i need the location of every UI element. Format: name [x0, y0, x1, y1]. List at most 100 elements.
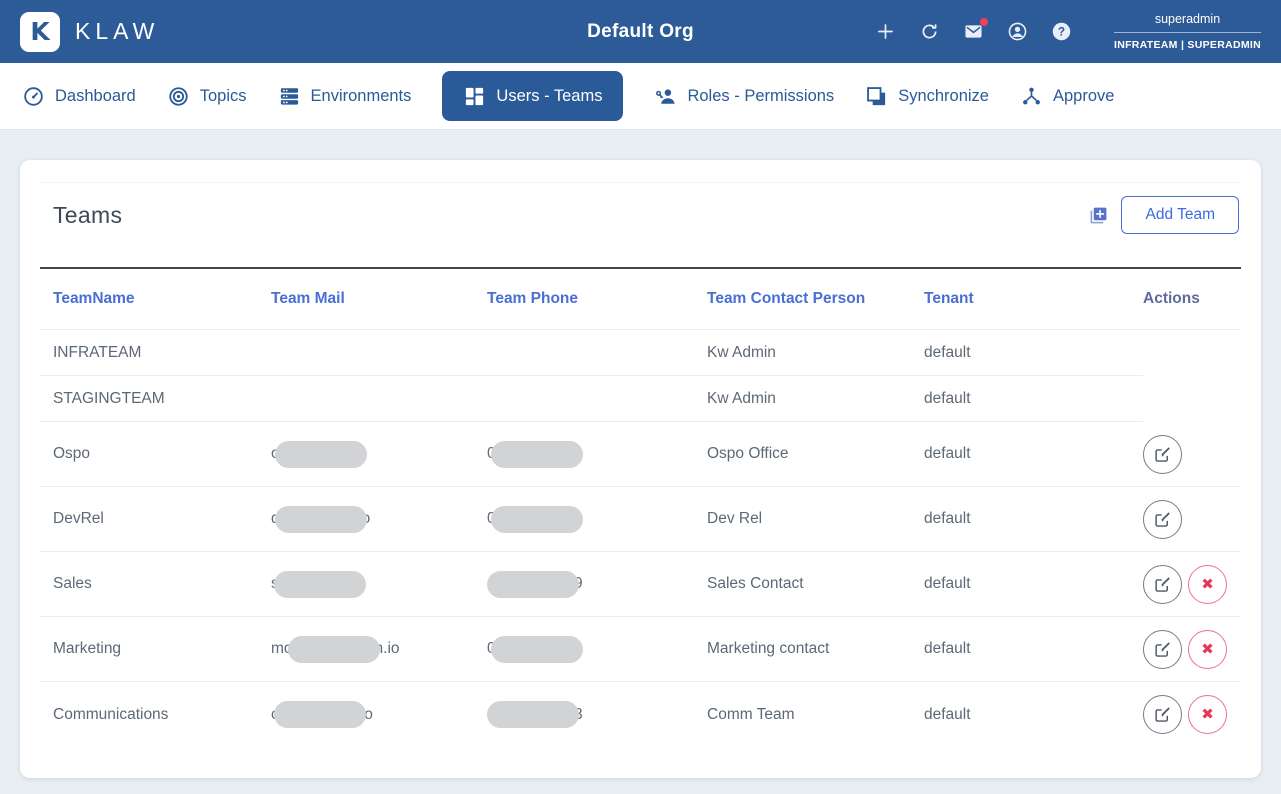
column-header-team-name[interactable]: TeamName — [40, 269, 271, 330]
team-mail-cell: s — [271, 552, 487, 617]
help-glyph: ? — [1058, 25, 1065, 39]
cell-text: default — [924, 343, 971, 361]
team-tenant-cell: default — [924, 617, 1143, 682]
redacted-value — [273, 570, 366, 598]
table-row: DevRel do0Dev Rel default — [40, 487, 1241, 552]
main-nav: Dashboard Topics Environments Users - Te… — [0, 63, 1281, 130]
nav-item-synchronize[interactable]: Synchronize — [865, 85, 989, 108]
nav-item-approve[interactable]: Approve — [1020, 85, 1114, 108]
mail-icon[interactable] — [963, 18, 988, 42]
team-name-cell: STAGINGTEAM — [40, 376, 271, 422]
column-header-actions: Actions — [1143, 269, 1241, 330]
bullseye-icon — [169, 86, 188, 106]
redacted-value — [487, 701, 579, 728]
column-header-team-contact-person[interactable]: Team Contact Person — [707, 269, 924, 330]
nav-label: Roles - Permissions — [687, 86, 835, 105]
account-circle-icon[interactable] — [1007, 21, 1028, 42]
edit-team-button[interactable] — [1143, 629, 1182, 669]
redacted-value — [490, 635, 583, 663]
help-icon[interactable]: ? — [1051, 21, 1072, 42]
nav-item-dashboard[interactable]: Dashboard — [22, 85, 136, 108]
table-row: Communications cio3Comm Team default ✖ — [40, 682, 1241, 747]
user-team-role: INFRATEAM | SUPERADMIN — [1113, 39, 1261, 51]
username: superadmin — [1154, 12, 1221, 26]
edit-team-button[interactable] — [1143, 564, 1182, 604]
table-header-row: TeamName Team Mail Team Phone Team Conta… — [40, 269, 1241, 330]
team-phone-cell: 0 — [487, 422, 707, 487]
dashboard-grid-icon — [466, 87, 484, 105]
klaw-logo[interactable]: K — [20, 11, 60, 52]
cell-text: Kw Admin — [707, 343, 776, 361]
nav-item-roles-permissions[interactable]: Roles - Permissions — [654, 85, 834, 108]
table-row: STAGINGTEAM Kw Admin default — [40, 376, 1241, 422]
nav-item-environments[interactable]: Environments — [278, 85, 412, 108]
page-title: Teams — [53, 201, 123, 228]
team-mail-cell — [271, 376, 487, 422]
cell-text: STAGINGTEAM — [53, 389, 165, 407]
nav-label: Approve — [1053, 86, 1115, 105]
cell-text: Marketing contact — [707, 640, 830, 657]
team-name-cell: INFRATEAM — [40, 330, 271, 376]
teams-table: TeamName Team Mail Team Phone Team Conta… — [40, 267, 1241, 747]
app-header: K KLAW Default Org ? superadmin INFRATEA… — [0, 0, 1281, 63]
cell-text: Dev Rel — [707, 510, 763, 527]
edit-icon — [1155, 512, 1170, 527]
team-name-cell: Ospo — [40, 422, 271, 487]
delete-team-button[interactable]: ✖ — [1188, 564, 1227, 604]
cell-text: Ospo Office — [707, 445, 789, 462]
refresh-icon[interactable] — [919, 21, 940, 42]
team-tenant-cell: default — [924, 552, 1143, 617]
nav-label: Topics — [199, 86, 247, 105]
plus-icon[interactable] — [875, 21, 896, 42]
header-icon-group: ? — [875, 18, 1072, 42]
column-header-tenant[interactable]: Tenant — [924, 269, 1143, 330]
team-contact-cell: Dev Rel — [707, 487, 924, 552]
cell-text: DevRel — [53, 510, 104, 527]
redacted-value — [273, 701, 366, 728]
team-actions-cell: ✖ — [1143, 682, 1241, 747]
team-tenant-cell: default — [924, 682, 1143, 747]
redacted-value — [274, 505, 367, 533]
klaw-logo-letter: K — [30, 17, 50, 46]
team-mail-cell: do — [271, 487, 487, 552]
server-stack-icon — [280, 87, 298, 105]
delete-team-button[interactable]: ✖ — [1188, 695, 1227, 734]
redacted-value — [287, 635, 380, 663]
team-mail-cell: mo n.io — [271, 617, 487, 682]
nav-item-users-teams[interactable]: Users - Teams — [442, 71, 624, 121]
column-header-team-phone[interactable]: Team Phone — [487, 269, 707, 330]
nav-label: Users - Teams — [496, 86, 603, 105]
redacted-value — [487, 570, 579, 598]
gauge-icon — [24, 86, 43, 106]
delete-team-button[interactable]: ✖ — [1188, 629, 1227, 669]
edit-team-button[interactable] — [1143, 695, 1182, 734]
nav-item-topics[interactable]: Topics — [167, 85, 247, 108]
table-row: Marketing mon.io0Marketing contact default… — [40, 617, 1241, 682]
team-tenant-cell: default — [924, 376, 1143, 422]
layered-squares-icon — [867, 86, 886, 105]
team-actions-cell — [1143, 330, 1241, 376]
team-name-cell: Marketing — [40, 617, 271, 682]
edit-team-button[interactable] — [1143, 499, 1182, 539]
team-actions-cell: ✖ — [1143, 552, 1241, 617]
team-actions-cell — [1143, 487, 1241, 552]
table-row: Ospo o0Ospo Office default — [40, 422, 1241, 487]
add-team-button[interactable]: Add Team — [1121, 196, 1239, 234]
edit-team-button[interactable] — [1143, 434, 1182, 474]
team-contact-cell: Kw Admin — [707, 330, 924, 376]
nav-label: Environments — [310, 86, 412, 105]
edit-icon — [1155, 642, 1170, 657]
team-tenant-cell: default — [924, 487, 1143, 552]
table-row: INFRATEAM Kw Admin default — [40, 330, 1241, 376]
team-phone-cell: 3 — [487, 682, 707, 747]
team-contact-cell: Ospo Office — [707, 422, 924, 487]
user-block[interactable]: superadmin INFRATEAM | SUPERADMIN — [1113, 12, 1261, 51]
team-actions-cell — [1143, 376, 1241, 422]
team-tenant-cell: default — [924, 330, 1143, 376]
team-contact-cell: Comm Team — [707, 682, 924, 747]
team-phone-cell — [487, 376, 707, 422]
person-key-icon — [656, 88, 676, 104]
column-header-team-mail[interactable]: Team Mail — [271, 269, 487, 330]
library-add-icon[interactable] — [1089, 206, 1108, 225]
cell-text: Sales — [53, 575, 92, 592]
